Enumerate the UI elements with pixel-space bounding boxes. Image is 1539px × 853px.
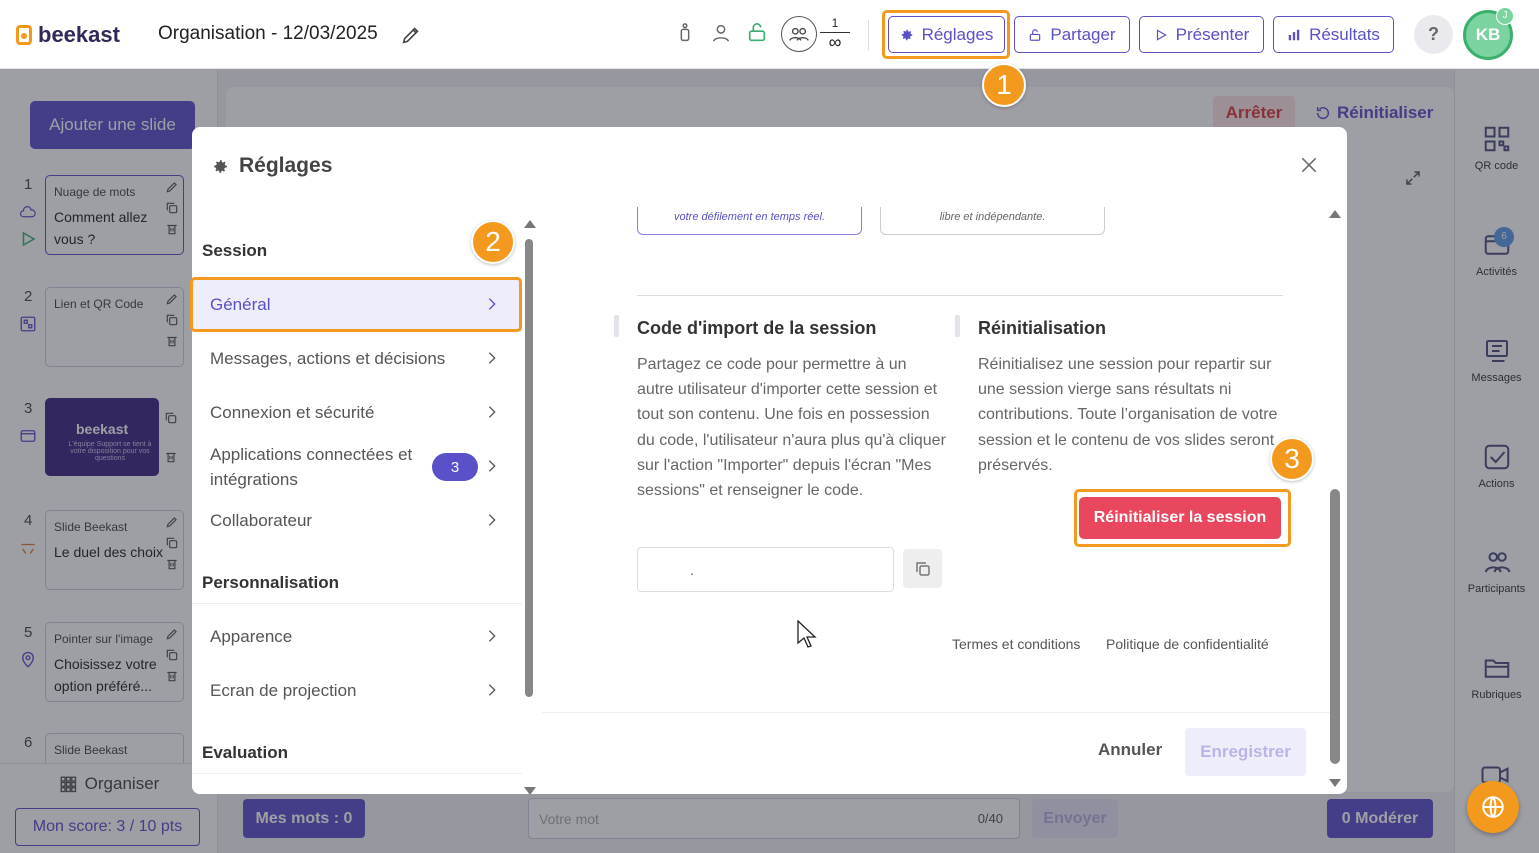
participants-count: 1 ∞	[820, 16, 850, 51]
step-badge-2: 2	[471, 220, 515, 264]
divider	[637, 295, 1283, 296]
nav-item-projection[interactable]: Ecran de projection	[192, 664, 522, 718]
divider	[868, 20, 869, 50]
nav-scroll-down[interactable]	[524, 787, 536, 794]
nav-item-collaborator[interactable]: Collaborateur	[192, 494, 522, 548]
close-icon[interactable]	[1299, 155, 1319, 175]
gear-icon	[214, 159, 227, 173]
nav-section-evaluation: Evaluation	[202, 743, 288, 762]
privacy-link[interactable]: Politique de confidentialité	[1106, 636, 1269, 652]
modal-header: Réglages	[192, 127, 1347, 207]
nav-item-appearance[interactable]: Apparence	[192, 610, 522, 664]
nav-item-integrations[interactable]: Applications connectées et intégrations …	[192, 440, 522, 494]
nav-section-session: Session	[202, 241, 268, 260]
support-icon	[1482, 796, 1504, 818]
divider	[192, 603, 522, 604]
help-button[interactable]: ?	[1414, 15, 1453, 54]
support-button[interactable]	[1467, 781, 1519, 833]
option-card-selected[interactable]: votre défilement en temps réel.	[637, 207, 862, 235]
accessibility-icon[interactable]	[674, 22, 696, 44]
play-icon	[1156, 28, 1167, 41]
chevron-right-icon	[488, 460, 496, 472]
nav-section-customisation: Personnalisation	[202, 573, 339, 592]
option-card[interactable]: libre et indépendante.	[880, 207, 1105, 235]
top-bar: beekast Organisation - 12/03/2025 1 ∞ Ré…	[0, 0, 1539, 69]
session-title: Organisation - 12/03/2025	[158, 23, 378, 44]
highlight-reset	[1074, 489, 1291, 547]
highlight-settings	[882, 10, 1010, 59]
content-scroll-down[interactable]	[1329, 779, 1341, 787]
cursor-icon	[797, 620, 817, 648]
present-button[interactable]: Présenter	[1139, 16, 1264, 53]
modal-title: Réglages	[212, 154, 332, 178]
settings-modal: Réglages Session Général Messages, actio…	[192, 127, 1347, 794]
settings-content: votre défilement en temps réel. libre et…	[542, 207, 1332, 712]
reset-title: Réinitialisation	[978, 318, 1107, 338]
terms-link[interactable]: Termes et conditions	[952, 636, 1080, 652]
top-status-icons	[674, 22, 768, 44]
logo-text: beekast	[38, 22, 120, 47]
nav-scrollbar[interactable]	[525, 239, 533, 697]
import-title: Code d'import de la session	[637, 318, 877, 338]
integrations-badge: 3	[432, 453, 478, 481]
avatar-badge: J	[1496, 7, 1514, 25]
nav-scroll-up[interactable]	[524, 220, 536, 228]
bar-chart-icon	[1288, 29, 1300, 40]
save-button[interactable]: Enregistrer	[1185, 728, 1306, 776]
chevron-right-icon	[488, 352, 496, 364]
participants-icon[interactable]	[781, 16, 817, 52]
section-marker	[955, 315, 960, 337]
reset-text: Réinitialisez une session pour repartir …	[978, 356, 1278, 474]
results-button[interactable]: Résultats	[1273, 16, 1394, 53]
unlock-icon	[1030, 28, 1041, 41]
nav-item-messages[interactable]: Messages, actions et décisions	[192, 332, 522, 386]
highlight-general	[190, 277, 522, 332]
content-scroll-up[interactable]	[1329, 210, 1341, 218]
pencil-icon[interactable]	[400, 24, 422, 46]
section-marker	[614, 315, 619, 337]
chevron-right-icon	[488, 630, 496, 642]
chevron-right-icon	[488, 514, 496, 526]
lock-icon[interactable]	[746, 22, 768, 44]
divider	[192, 773, 522, 774]
nav-item-security[interactable]: Connexion et sécurité	[192, 386, 522, 440]
share-button[interactable]: Partager	[1014, 16, 1130, 53]
copy-button[interactable]	[903, 549, 942, 588]
copy-icon	[915, 561, 930, 576]
chevron-right-icon	[488, 684, 496, 696]
cancel-button[interactable]: Annuler	[1098, 740, 1162, 760]
import-code-input[interactable]: .	[637, 547, 894, 592]
step-badge-3: 3	[1270, 437, 1314, 481]
content-scrollbar[interactable]	[1330, 489, 1340, 764]
import-text: Partagez ce code pour permettre à un aut…	[637, 356, 946, 500]
beekast-logo-mark	[16, 25, 32, 45]
user-icon[interactable]	[710, 22, 732, 44]
beekast-logo[interactable]: beekast	[16, 22, 120, 48]
chevron-right-icon	[488, 406, 496, 418]
step-badge-1: 1	[982, 63, 1026, 107]
